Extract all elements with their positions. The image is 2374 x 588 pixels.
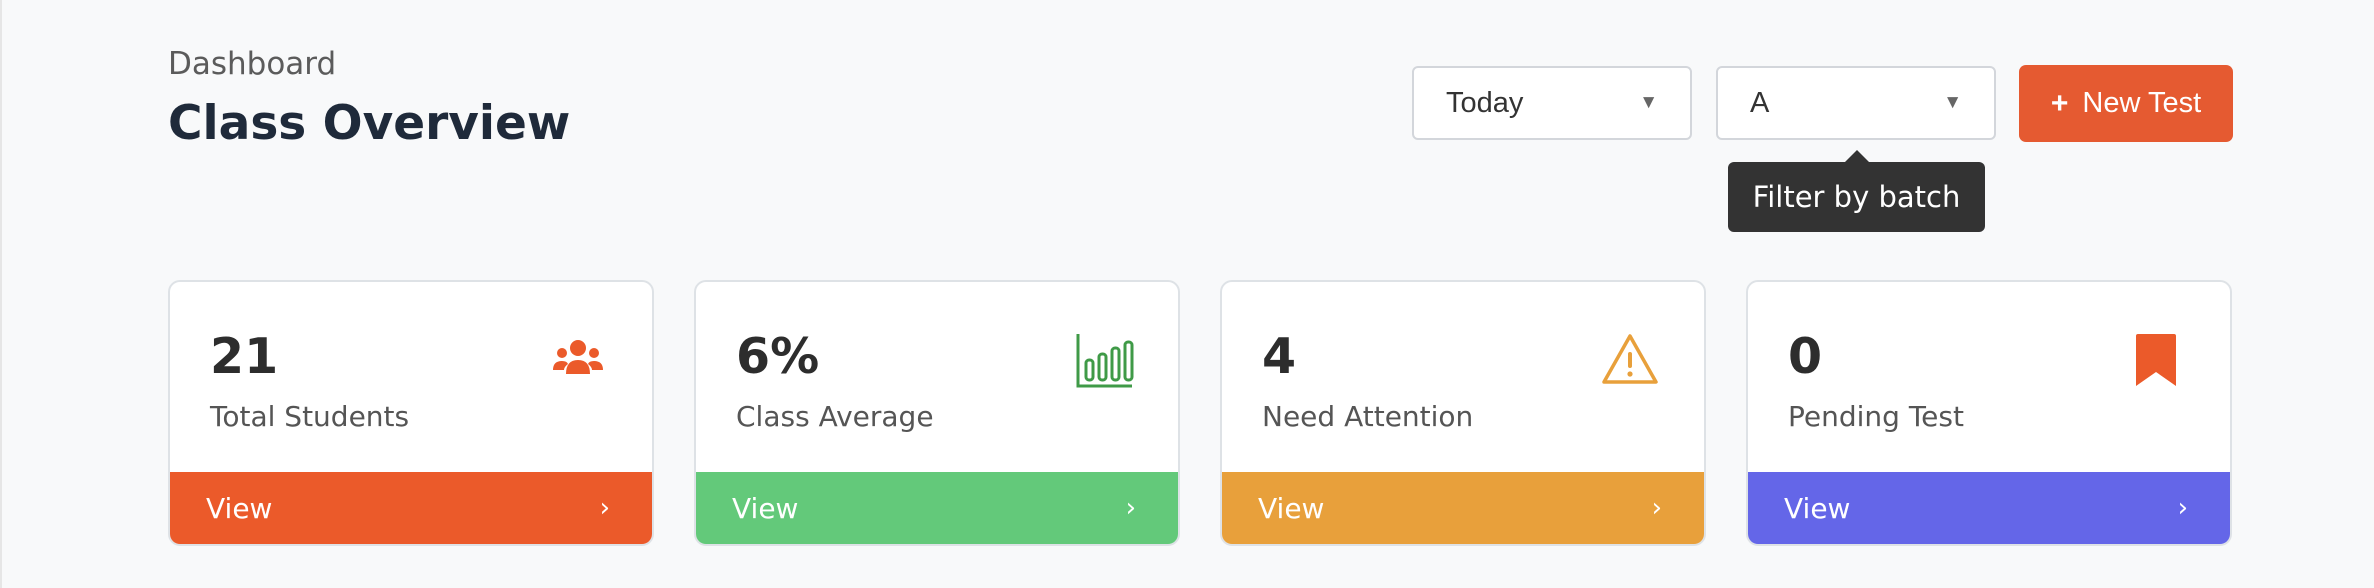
chevron-right-icon: › bbox=[2177, 493, 2188, 523]
page-title: Class Overview bbox=[168, 96, 571, 151]
new-test-label: New Test bbox=[2082, 87, 2202, 119]
view-link-label: View bbox=[1258, 491, 1325, 525]
breadcrumb: Dashboard bbox=[168, 46, 337, 82]
stat-label: Total Students bbox=[210, 400, 410, 433]
period-select-value: Today bbox=[1446, 86, 1524, 119]
bar-chart-icon bbox=[1076, 334, 1134, 388]
caret-down-icon: ▼ bbox=[1639, 92, 1658, 113]
stat-card-pending-test: 0 Pending Test View › bbox=[1746, 280, 2232, 546]
new-test-button[interactable]: + New Test bbox=[2019, 65, 2233, 142]
view-link-label: View bbox=[1784, 491, 1851, 525]
stat-value: 6% bbox=[736, 328, 820, 385]
stat-value: 4 bbox=[1262, 328, 1297, 385]
batch-select[interactable]: A ▼ bbox=[1716, 66, 1996, 140]
view-link[interactable]: View › bbox=[1222, 472, 1704, 544]
view-link[interactable]: View › bbox=[170, 472, 652, 544]
bookmark-icon bbox=[2136, 334, 2176, 386]
chevron-right-icon: › bbox=[599, 493, 610, 523]
dashboard-page: Dashboard Class Overview Today ▼ A ▼ + N… bbox=[0, 0, 2374, 588]
stat-value: 21 bbox=[210, 328, 279, 385]
stat-card-total-students: 21 Total Students View › bbox=[168, 280, 654, 546]
stat-label: Class Average bbox=[736, 400, 934, 433]
stat-label: Pending Test bbox=[1788, 400, 1964, 433]
stat-label: Need Attention bbox=[1262, 400, 1474, 433]
chevron-right-icon: › bbox=[1651, 493, 1662, 523]
stat-card-need-attention: 4 Need Attention View › bbox=[1220, 280, 1706, 546]
period-select[interactable]: Today ▼ bbox=[1412, 66, 1692, 140]
stat-value: 0 bbox=[1788, 328, 1823, 385]
users-icon bbox=[553, 340, 603, 374]
caret-down-icon: ▼ bbox=[1943, 92, 1962, 113]
page-header: Dashboard Class Overview bbox=[168, 44, 570, 152]
warning-icon bbox=[1602, 334, 1658, 384]
batch-select-value: A bbox=[1750, 86, 1770, 119]
batch-tooltip: Filter by batch bbox=[1728, 150, 1985, 232]
view-link-label: View bbox=[206, 491, 273, 525]
stat-card-class-average: 6% Class Average View › bbox=[694, 280, 1180, 546]
chevron-right-icon: › bbox=[1125, 493, 1136, 523]
view-link-label: View bbox=[732, 491, 799, 525]
view-link[interactable]: View › bbox=[1748, 472, 2230, 544]
plus-icon: + bbox=[2050, 86, 2069, 120]
view-link[interactable]: View › bbox=[696, 472, 1178, 544]
